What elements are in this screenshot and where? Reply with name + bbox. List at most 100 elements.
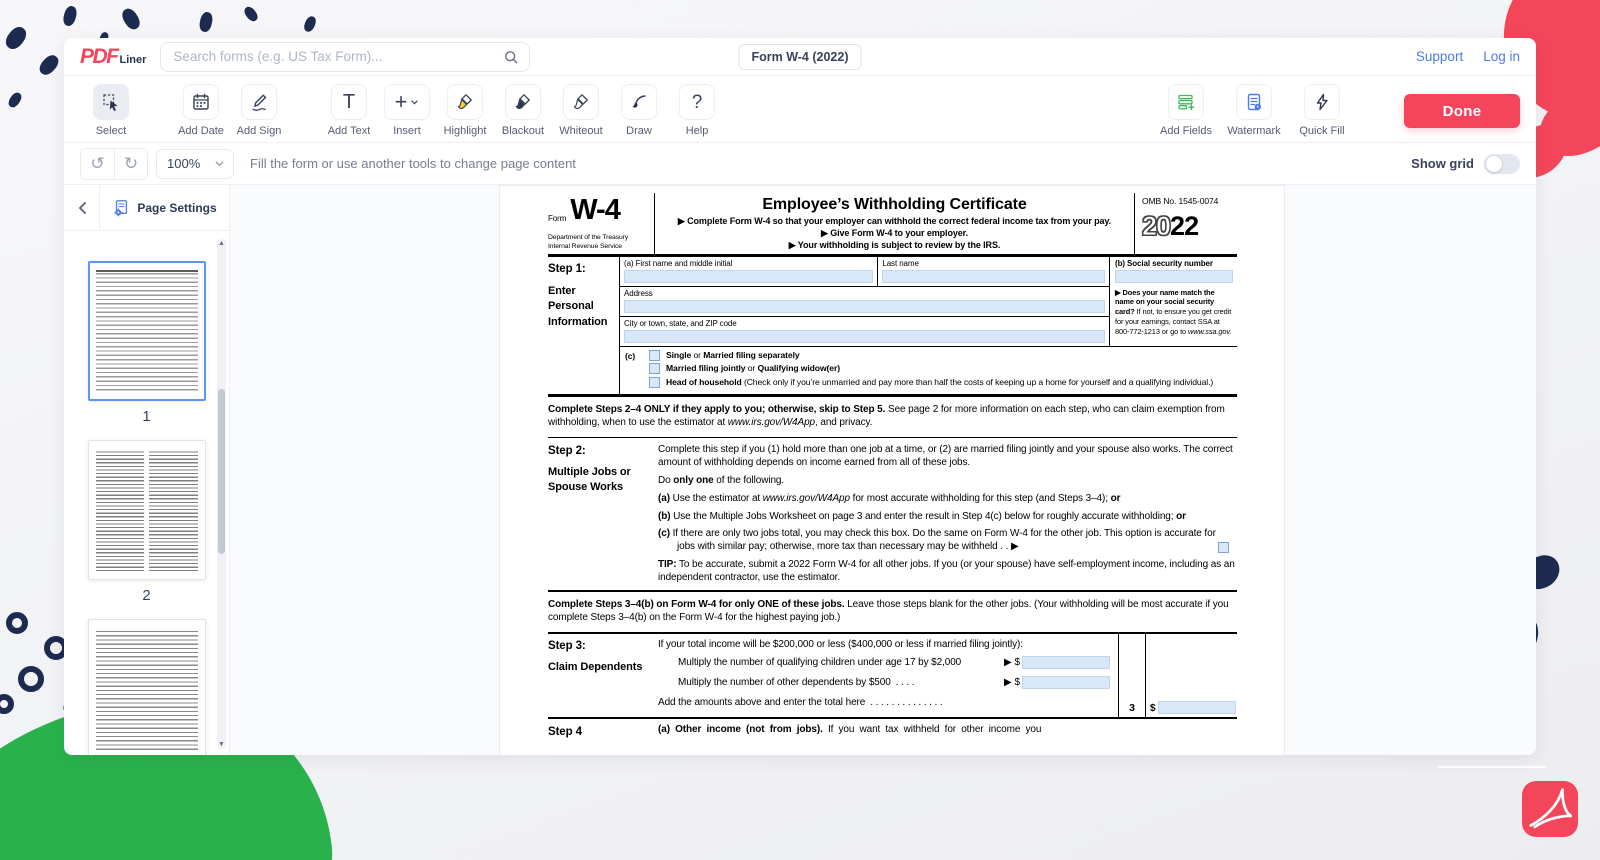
document-title-pill[interactable]: Form W-4 (2022) (739, 44, 862, 70)
add-sign-button[interactable]: Add Sign (232, 84, 286, 137)
page-settings-icon (112, 199, 130, 217)
filing-status-section: (c) Single or Married filing separately … (620, 347, 1237, 395)
decor-dot (119, 6, 143, 32)
decor-dot (302, 15, 318, 34)
tool-label: Add Sign (237, 125, 282, 137)
first-name-label: (a) First name and middle initial (624, 259, 873, 268)
form-word: Form (548, 214, 566, 223)
dependents-amount-field[interactable] (1022, 676, 1110, 689)
decor-dot (36, 52, 61, 78)
add-fields-button[interactable]: Add Fields (1154, 84, 1218, 137)
sidebar-scrollbar[interactable]: ▲ ▼ (217, 239, 226, 749)
show-grid-label: Show grid (1411, 156, 1474, 171)
decor-red-blob (1529, 71, 1600, 169)
step2-subtitle: Multiple Jobs or Spouse Works (548, 465, 650, 496)
page-number: 1 (142, 408, 150, 425)
sub-toolbar: ↺ ↻ 100% Fill the form or use another to… (64, 143, 1536, 185)
form-number: W-4 (570, 197, 620, 223)
city-field[interactable] (624, 330, 1105, 343)
married-jointly-checkbox[interactable] (649, 363, 660, 374)
filing-status-1: Single or Married filing separately (666, 350, 800, 361)
ssa-link: www.ssa.gov. (1188, 327, 1231, 336)
page-thumbnail-3[interactable] (88, 619, 206, 755)
omb-number: OMB No. 1545-0074 (1142, 196, 1237, 206)
watermark-button[interactable]: Watermark (1222, 84, 1286, 137)
insert-button[interactable]: + Insert (380, 84, 434, 137)
plus-icon: + (395, 91, 408, 113)
done-button[interactable]: Done (1404, 94, 1520, 128)
decor-dot (2, 24, 29, 53)
search-bar[interactable] (160, 42, 530, 72)
undo-redo-group: ↺ ↻ (80, 148, 148, 180)
ssn-column: (b) Social security number ▶ Does your n… (1109, 257, 1237, 346)
address-label: Address (624, 289, 1105, 298)
tool-label: Help (686, 125, 709, 137)
scroll-up-arrow[interactable]: ▲ (217, 240, 226, 247)
form-title: Employee’s Withholding Certificate (663, 196, 1126, 214)
highlight-button[interactable]: Highlight (438, 84, 492, 137)
tool-label: Add Fields (1160, 125, 1212, 137)
select-tool-button[interactable]: Select (84, 84, 138, 137)
watermark-icon (1244, 92, 1264, 112)
scrollbar-thumb[interactable] (218, 389, 225, 554)
redo-icon: ↻ (124, 154, 138, 174)
last-name-field[interactable] (882, 270, 1105, 283)
step2-paragraph-2: Do only one of the following. (658, 474, 1237, 487)
first-name-field[interactable] (624, 270, 873, 283)
dept-line1: Department of the Treasury (548, 234, 650, 243)
help-button[interactable]: ? Help (670, 84, 724, 137)
show-grid-toggle[interactable] (1484, 154, 1520, 174)
tool-label: Add Text (328, 125, 371, 137)
toolbar-hint-text: Fill the form or use another tools to ch… (250, 156, 576, 171)
form-header: Form W-4 Department of the Treasury Inte… (548, 193, 1237, 257)
thumbnail-preview (96, 270, 198, 392)
login-link[interactable]: Log in (1483, 49, 1520, 64)
page-thumbnail-2[interactable] (88, 440, 206, 580)
decor-green-blob (0, 760, 330, 860)
decor-dot (198, 11, 214, 33)
draw-button[interactable]: Draw (612, 84, 666, 137)
step2-title: Step 2: (548, 443, 650, 459)
children-amount-field[interactable] (1022, 656, 1110, 669)
step4-title: Step 4 (548, 724, 658, 739)
logo-pdf-text: PDF (80, 45, 118, 69)
tool-label: Insert (393, 125, 421, 137)
arrow-glyph: ▶ (1004, 676, 1012, 689)
ssn-field[interactable] (1115, 270, 1233, 283)
collapse-sidebar-button[interactable] (64, 185, 100, 230)
blackout-button[interactable]: Blackout (496, 84, 550, 137)
quick-fill-button[interactable]: Quick Fill (1290, 84, 1354, 137)
select-cursor-icon (101, 92, 121, 112)
total-amount-field[interactable] (1158, 701, 1236, 714)
logo-liner-text: Liner (120, 54, 147, 66)
pdfliner-logo[interactable]: PDF Liner (80, 45, 146, 69)
scroll-down-arrow[interactable]: ▼ (217, 741, 226, 748)
step2-item-b: (b) Use the Multiple Jobs Worksheet on p… (658, 510, 1237, 523)
undo-button[interactable]: ↺ (81, 149, 114, 179)
w4app-link: www.irs.gov/W4App (763, 493, 850, 504)
single-checkbox[interactable] (649, 350, 660, 361)
show-grid-control: Show grid (1411, 154, 1520, 174)
zoom-select[interactable]: 100% (156, 149, 234, 179)
search-input[interactable] (173, 49, 503, 64)
editor-toolbar: Select Add Date Add Sign T Add Text + (64, 76, 1536, 143)
note-bold: Complete Steps 3–4(b) on Form W-4 for on… (548, 599, 845, 610)
whiteout-button[interactable]: Whiteout (554, 84, 608, 137)
chevron-down-icon (214, 158, 225, 169)
chevron-left-icon (77, 201, 87, 215)
page-thumbnail-1[interactable] (88, 261, 206, 401)
add-text-button[interactable]: T Add Text (322, 84, 376, 137)
steps-2-4-note: Complete Steps 2–4 ONLY if they apply to… (548, 397, 1237, 437)
steps-3-4b-note: Complete Steps 3–4(b) on Form W-4 for on… (548, 592, 1237, 633)
two-jobs-checkbox[interactable] (1218, 542, 1229, 553)
thumbnail-preview (96, 628, 198, 750)
add-date-button[interactable]: Add Date (174, 84, 228, 137)
page-settings-button[interactable]: Page Settings (100, 185, 229, 230)
redo-button[interactable]: ↻ (114, 149, 147, 179)
year-outline: 20 (1142, 211, 1170, 241)
address-field[interactable] (624, 300, 1105, 313)
filing-status-2: Married filing jointly or Qualifying wid… (666, 363, 840, 374)
support-link[interactable]: Support (1416, 49, 1463, 64)
head-of-household-checkbox[interactable] (649, 377, 660, 388)
line-3-amount-cell: $ (1146, 634, 1237, 717)
